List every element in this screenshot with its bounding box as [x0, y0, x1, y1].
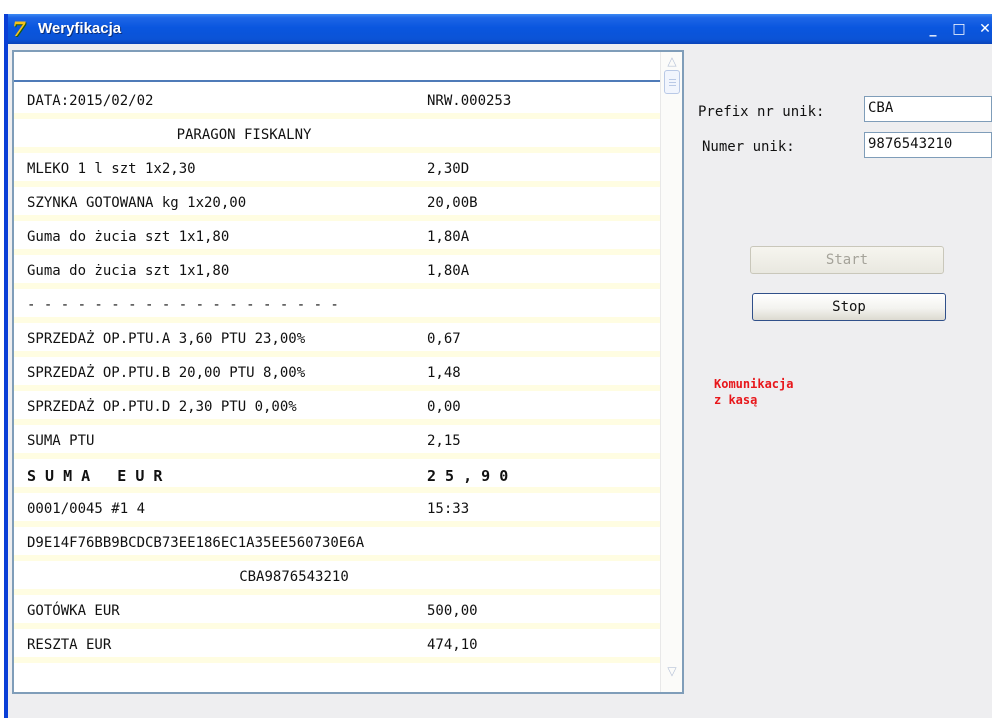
receipt-line: SPRZEDAŻ OP.PTU.D 2,30 PTU 0,00% 0,00	[14, 391, 660, 425]
close-icon[interactable]: ✕	[974, 19, 992, 39]
receipt-line-amount: 15:33	[427, 501, 470, 517]
receipt-line-amount: 20,00B	[427, 195, 478, 211]
receipt-line-description: D9E14F76BB9BCDCB73EE186EC1A35EE560730E6A	[27, 535, 365, 551]
receipt-line-description: Guma do żucia szt 1x1,80	[27, 229, 230, 245]
scroll-down-icon[interactable]: ▽	[664, 664, 680, 678]
receipt-line: SPRZEDAŻ OP.PTU.B 20,00 PTU 8,00% 1,48	[14, 357, 660, 391]
receipt-line-amount: 1,80A	[427, 229, 470, 245]
status-line-1: Komunikacja	[714, 377, 794, 391]
receipt-line: MLEKO 1 l szt 1x2,30 2,30D	[14, 153, 660, 187]
receipt-line: SUMA PTU 2,15	[14, 425, 660, 459]
receipt-line-description: SPRZEDAŻ OP.PTU.D 2,30 PTU 0,00%	[27, 399, 297, 415]
receipt-line: SZYNKA GOTOWANA kg 1x20,00 20,00B	[14, 187, 660, 221]
receipt-line: D9E14F76BB9BCDCB73EE186EC1A35EE560730E6A	[14, 527, 660, 561]
receipt-line: Guma do żucia szt 1x1,80 1,80A	[14, 221, 660, 255]
receipt-line: Guma do żucia szt 1x1,80 1,80A	[14, 255, 660, 289]
prefix-label: Prefix nr unik:	[698, 104, 825, 120]
receipt-line-amount: 2,15	[427, 433, 461, 449]
scroll-thumb[interactable]	[664, 70, 680, 94]
receipt-line-description: MLEKO 1 l szt 1x2,30	[27, 161, 196, 177]
app-icon: 7	[12, 17, 26, 41]
receipt-line-description: 0001/0045 #1 4	[27, 501, 146, 517]
maximize-icon[interactable]: □	[948, 19, 970, 39]
receipt-line-description: GOTÓWKA EUR	[27, 603, 120, 619]
receipt-line-amount: 1,80A	[427, 263, 470, 279]
receipt-scrollbar[interactable]: △ ▽	[660, 52, 682, 692]
receipt-line: RESZTA EUR 474,10	[14, 629, 660, 663]
receipt-line: DATA:2015/02/02 NRW.000253	[14, 85, 660, 119]
receipt-line-description: - - - - - - - - - - - - - - - - - - -	[27, 297, 339, 313]
receipt-line-amount: 2 5 , 9 0	[427, 467, 509, 485]
number-label: Numer unik:	[702, 139, 795, 155]
receipt-line-description: S U M A E U R	[27, 467, 163, 485]
receipt-line-amount: 0,00	[427, 399, 461, 415]
status-line-2: z kasą	[714, 393, 758, 407]
verification-window: 7 Weryfikacja _ □ ✕ DATA:2015/02/02 NRW.0…	[4, 14, 992, 718]
receipt-line: PARAGON FISKALNY	[14, 119, 660, 153]
receipt-line: CBA9876543210	[14, 561, 660, 595]
receipt-line-amount: 2,30D	[427, 161, 470, 177]
receipt-header-line	[14, 52, 660, 82]
receipt-line: GOTÓWKA EUR 500,00	[14, 595, 660, 629]
receipt-line-description: DATA:2015/02/02	[27, 93, 154, 109]
receipt-line-description: SPRZEDAŻ OP.PTU.B 20,00 PTU 8,00%	[27, 365, 306, 381]
number-input[interactable]: 9876543210	[864, 132, 992, 158]
stop-button[interactable]: Stop	[752, 293, 946, 321]
prefix-input[interactable]: CBA	[864, 96, 992, 122]
receipt-line-amount: 474,10	[427, 637, 478, 653]
scroll-up-icon[interactable]: △	[664, 54, 680, 68]
window-client-area: DATA:2015/02/02 NRW.000253 PARAGON FISKALN…	[8, 44, 992, 718]
receipt-line-center-text: CBA9876543210	[239, 569, 349, 585]
receipt-line-center-text: PARAGON FISKALNY	[176, 127, 312, 143]
receipt-line-description: SPRZEDAŻ OP.PTU.A 3,60 PTU 23,00%	[27, 331, 306, 347]
status-message: Komunikacja z kasą	[714, 376, 793, 408]
title-bar[interactable]: 7 Weryfikacja _ □ ✕	[8, 14, 992, 44]
receipt-line-amount: 0,67	[427, 331, 461, 347]
start-button[interactable]: Start	[750, 246, 944, 274]
window-title: Weryfikacja	[38, 20, 122, 37]
receipt-line-amount: 500,00	[427, 603, 478, 619]
minimize-icon[interactable]: _	[922, 19, 944, 39]
receipt-line-description: SUMA PTU	[27, 433, 95, 449]
receipt-preview: DATA:2015/02/02 NRW.000253 PARAGON FISKALN…	[12, 50, 684, 694]
receipt-line-description: Guma do żucia szt 1x1,80	[27, 263, 230, 279]
receipt-line-description: RESZTA EUR	[27, 637, 112, 653]
receipt-line-amount: 1,48	[427, 365, 461, 381]
receipt-line: S U M A E U R 2 5 , 9 0	[14, 459, 660, 493]
receipt-line-amount: NRW.000253	[427, 93, 512, 109]
receipt-line: SPRZEDAŻ OP.PTU.A 3,60 PTU 23,00% 0,67	[14, 323, 660, 357]
receipt-line-description: SZYNKA GOTOWANA kg 1x20,00	[27, 195, 247, 211]
receipt-line: - - - - - - - - - - - - - - - - - - -	[14, 289, 660, 323]
receipt-lines: DATA:2015/02/02 NRW.000253 PARAGON FISKALN…	[14, 85, 660, 693]
receipt-line: 0001/0045 #1 4 15:33	[14, 493, 660, 527]
